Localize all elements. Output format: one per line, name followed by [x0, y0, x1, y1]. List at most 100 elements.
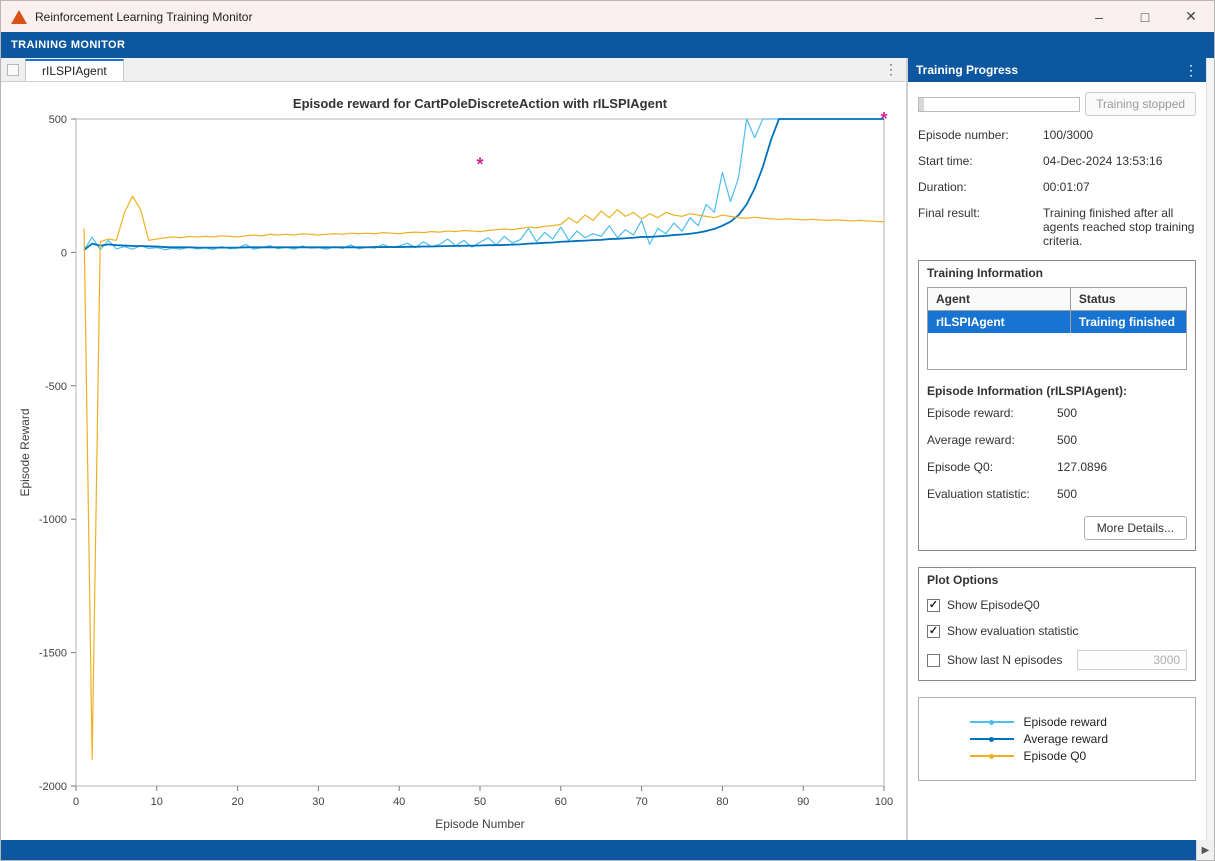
- final-result-row: Final result: Training finished after al…: [918, 206, 1196, 248]
- field-value: 500: [1057, 433, 1077, 447]
- window-controls: – □ ✕: [1076, 1, 1214, 32]
- evaluation-statistic-row: Evaluation statistic: 500: [919, 487, 1195, 514]
- dock-icon[interactable]: [7, 64, 19, 76]
- progress-bar: [918, 97, 1080, 112]
- checkbox-label: Show last N episodes: [947, 653, 1062, 667]
- chart-section: rILSPIAgent ⋮ Episode reward for CartPol…: [1, 58, 906, 840]
- section-title: Plot Options: [919, 568, 1195, 592]
- show-episodeq0-checkbox[interactable]: ✓ Show EpisodeQ0: [919, 592, 1195, 618]
- field-value: 00:01:07: [1043, 180, 1196, 194]
- legend-line-swatch: [970, 755, 1014, 757]
- more-details-row: More Details...: [919, 514, 1195, 550]
- svg-text:0: 0: [73, 796, 79, 808]
- svg-text:50: 50: [474, 796, 486, 808]
- chart-area: Episode reward for CartPoleDiscreteActio…: [1, 82, 906, 845]
- svg-text:90: 90: [797, 796, 809, 808]
- average-reward-row: Average reward: 500: [919, 433, 1195, 460]
- last-n-episodes-input[interactable]: [1077, 650, 1187, 670]
- field-label: Average reward:: [927, 433, 1057, 447]
- training-progress-panel: Training Progress ⋮ Training stopped Epi…: [908, 58, 1206, 840]
- svg-text:*: *: [476, 154, 483, 174]
- legend-item-episode-reward: Episode reward: [970, 715, 1145, 729]
- duration-row: Duration: 00:01:07: [918, 180, 1196, 194]
- field-value: 127.0896: [1057, 460, 1107, 474]
- field-label: Final result:: [918, 206, 1043, 248]
- legend-dot: [989, 754, 994, 759]
- legend-label: Average reward: [1024, 732, 1109, 746]
- svg-text:70: 70: [635, 796, 647, 808]
- more-details-button[interactable]: More Details...: [1084, 516, 1187, 540]
- plot-options-section: Plot Options ✓ Show EpisodeQ0 ✓ Show eva…: [918, 567, 1196, 681]
- column-header-status: Status: [1070, 288, 1186, 311]
- field-value: 100/3000: [1043, 128, 1196, 142]
- checkbox-icon[interactable]: ✓: [927, 625, 940, 638]
- main-content: rILSPIAgent ⋮ Episode reward for CartPol…: [1, 58, 1214, 840]
- checkbox-label: Show evaluation statistic: [947, 624, 1078, 638]
- agent-cell[interactable]: rILSPIAgent: [928, 311, 1070, 333]
- svg-text:-2000: -2000: [39, 781, 67, 793]
- app-window: Reinforcement Learning Training Monitor …: [0, 0, 1215, 861]
- status-cell[interactable]: Training finished: [1070, 311, 1186, 333]
- svg-text:60: 60: [555, 796, 567, 808]
- progress-fill: [919, 98, 924, 111]
- tabstrip-menu-icon[interactable]: ⋮: [884, 61, 898, 78]
- field-label: Episode reward:: [927, 406, 1057, 420]
- legend-dot: [989, 737, 994, 742]
- legend-line-swatch: [970, 738, 1014, 740]
- field-label: Episode number:: [918, 128, 1043, 142]
- legend-label: Episode Q0: [1024, 749, 1087, 763]
- section-title: Training Information: [919, 261, 1195, 285]
- checkbox-icon[interactable]: ✓: [927, 599, 940, 612]
- panel-header: Training Progress ⋮: [908, 58, 1206, 82]
- tab-strip: rILSPIAgent ⋮: [1, 58, 906, 82]
- checkbox-icon[interactable]: [927, 654, 940, 667]
- legend-dot: [989, 720, 994, 725]
- svg-text:40: 40: [393, 796, 405, 808]
- expand-arrow-icon[interactable]: ▶: [1196, 840, 1214, 860]
- column-header-agent: Agent: [928, 288, 1070, 311]
- legend-line-swatch: [970, 721, 1014, 723]
- tab-rilspiagent[interactable]: rILSPIAgent: [25, 59, 124, 81]
- field-value: 04-Dec-2024 13:53:16: [1043, 154, 1196, 168]
- svg-text:Episode Reward: Episode Reward: [18, 408, 32, 496]
- episode-q0-row: Episode Q0: 127.0896: [919, 460, 1195, 487]
- ribbon-bar: TRAINING MONITOR: [1, 32, 1214, 58]
- maximize-button[interactable]: □: [1122, 1, 1168, 32]
- svg-text:500: 500: [49, 114, 67, 126]
- svg-text:Episode Number: Episode Number: [435, 817, 524, 831]
- minimize-button[interactable]: –: [1076, 1, 1122, 32]
- window-title: Reinforcement Learning Training Monitor: [35, 10, 252, 24]
- agent-status-table: Agent Status rILSPIAgent Training finish…: [927, 287, 1187, 370]
- field-value: 500: [1057, 406, 1077, 420]
- chart-legend: Episode reward Average reward Episode Q0: [918, 697, 1196, 781]
- table-empty-area: [928, 333, 1186, 369]
- svg-text:30: 30: [312, 796, 324, 808]
- panel-menu-icon[interactable]: ⋮: [1184, 62, 1198, 79]
- field-value: Training finished after all agents reach…: [1043, 206, 1196, 248]
- svg-text:0: 0: [61, 247, 67, 259]
- training-information-section: Training Information Agent Status rILSPI…: [918, 260, 1196, 551]
- field-label: Duration:: [918, 180, 1043, 194]
- close-button[interactable]: ✕: [1168, 1, 1214, 32]
- show-last-n-episodes-checkbox[interactable]: Show last N episodes: [919, 644, 1195, 680]
- show-evaluation-statistic-checkbox[interactable]: ✓ Show evaluation statistic: [919, 618, 1195, 644]
- episode-number-row: Episode number: 100/3000: [918, 128, 1196, 142]
- episode-reward-chart: Episode reward for CartPoleDiscreteActio…: [1, 82, 906, 842]
- table-row[interactable]: rILSPIAgent Training finished: [928, 311, 1186, 333]
- field-label: Start time:: [918, 154, 1043, 168]
- training-stopped-button[interactable]: Training stopped: [1085, 92, 1196, 116]
- episode-information-title: Episode Information (rILSPIAgent):: [919, 380, 1195, 406]
- progress-row: Training stopped: [918, 92, 1196, 116]
- svg-text:-1000: -1000: [39, 514, 67, 526]
- legend-label: Episode reward: [1024, 715, 1107, 729]
- start-time-row: Start time: 04-Dec-2024 13:53:16: [918, 154, 1196, 168]
- svg-text:80: 80: [716, 796, 728, 808]
- svg-text:20: 20: [231, 796, 243, 808]
- svg-text:10: 10: [151, 796, 163, 808]
- svg-text:Episode reward for CartPoleDis: Episode reward for CartPoleDiscreteActio…: [293, 96, 668, 111]
- right-edge-strip: [1206, 58, 1214, 840]
- title-bar: Reinforcement Learning Training Monitor …: [1, 1, 1214, 32]
- ribbon-tab-training-monitor[interactable]: TRAINING MONITOR: [11, 39, 125, 51]
- svg-text:-500: -500: [45, 381, 67, 393]
- legend-item-episode-q0: Episode Q0: [970, 749, 1145, 763]
